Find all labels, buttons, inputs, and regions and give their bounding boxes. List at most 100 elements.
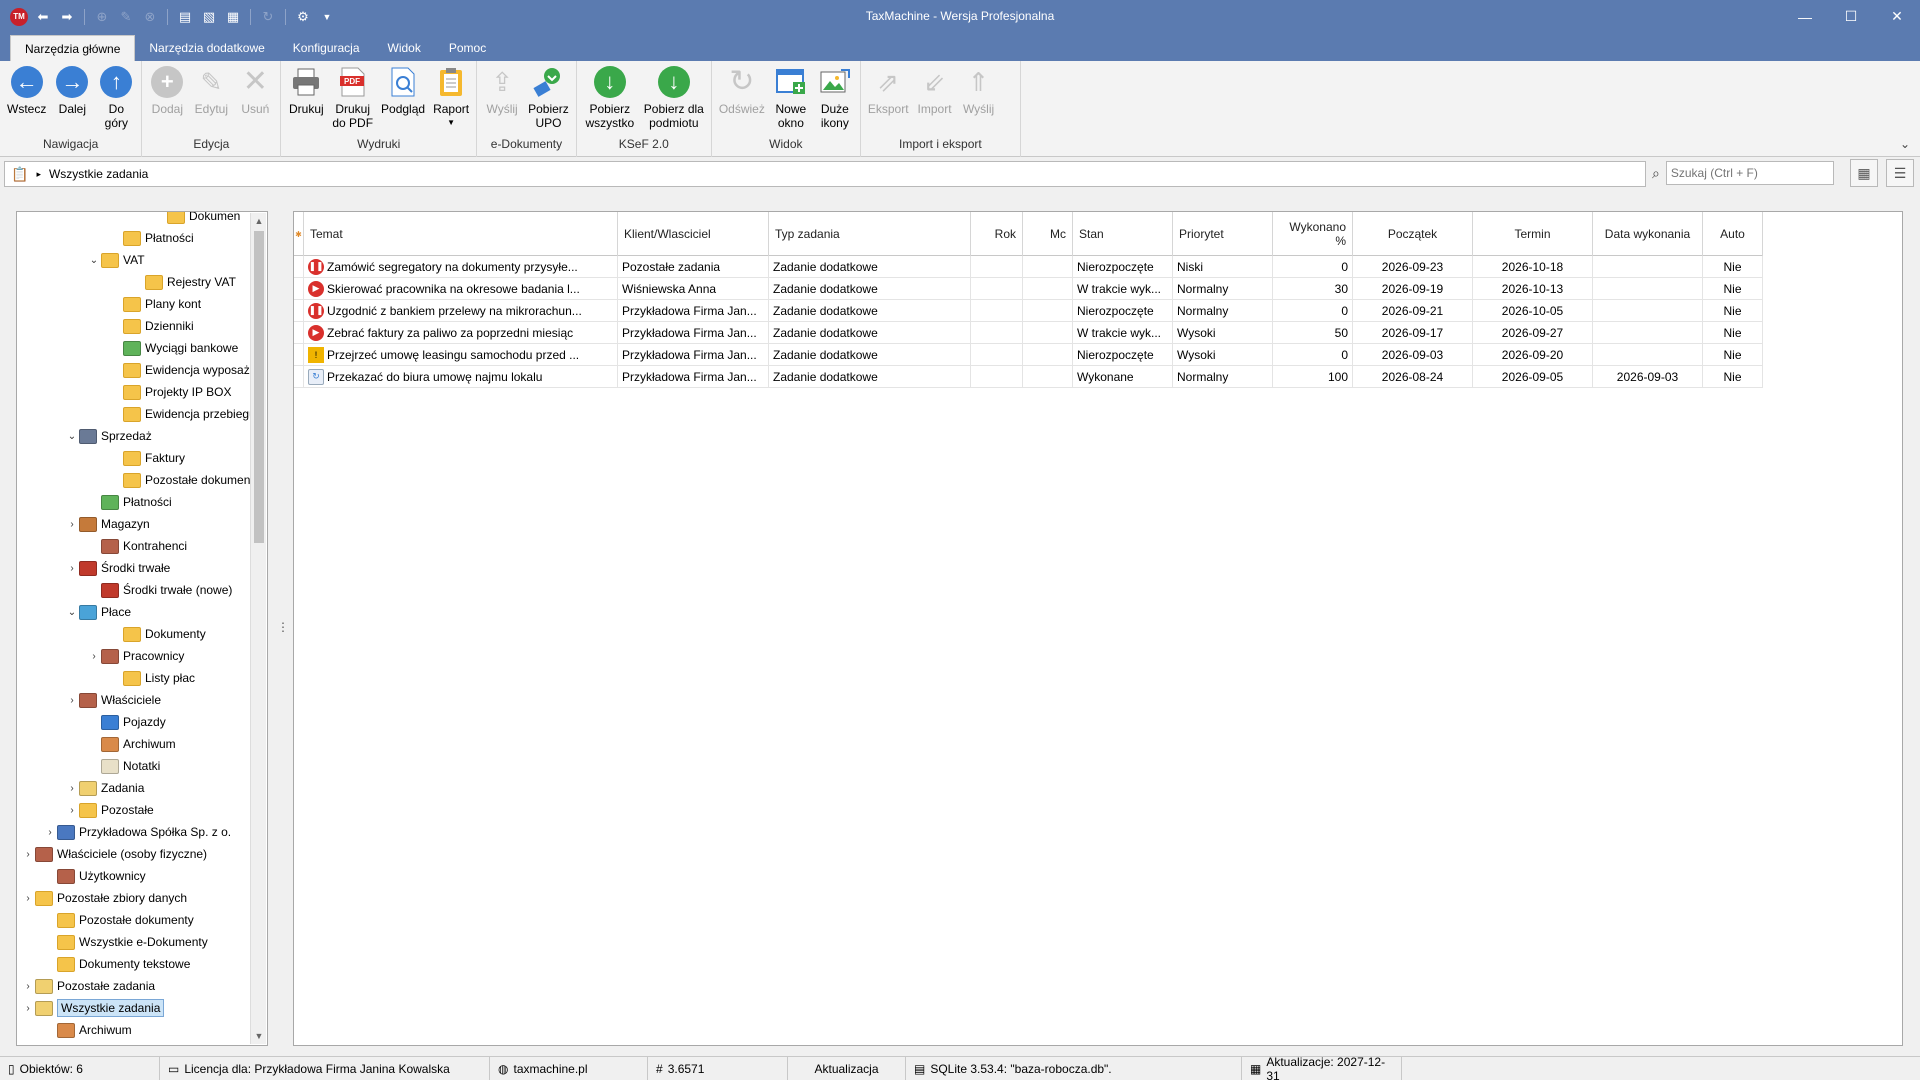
tree-item[interactable]: Pozostałe dokumenty	[109, 469, 260, 491]
tree-item[interactable]: Plany kont	[109, 293, 201, 315]
tree-item[interactable]: Pozostałe dokumenty	[43, 909, 194, 931]
tree-item[interactable]: Ewidencja wyposaże	[109, 359, 256, 381]
print-button[interactable]: Drukuj	[284, 65, 328, 116]
refresh-button[interactable]: ↻ Odśwież	[715, 65, 769, 117]
expand-chevron-icon[interactable]: ›	[65, 563, 79, 574]
scrollbar-thumb[interactable]	[254, 231, 264, 543]
minimize-icon[interactable]: —	[1782, 0, 1828, 33]
tree-item[interactable]: Środki trwałe (nowe)	[87, 579, 232, 601]
row-indicator[interactable]	[294, 277, 304, 300]
filter-icon[interactable]: ☰	[1886, 159, 1914, 187]
customize-dropdown-icon[interactable]: ▼	[318, 8, 336, 26]
tree-item[interactable]: › Środki trwałe	[65, 557, 170, 579]
tree-item[interactable]: Notatki	[87, 755, 160, 777]
tab-widok[interactable]: Widok	[374, 35, 435, 61]
tree-item[interactable]: Dzienniki	[109, 315, 194, 337]
tree-item[interactable]: Wyciągi bankowe	[109, 337, 238, 359]
status-update[interactable]: Aktualizacja	[788, 1056, 906, 1080]
row-indicator[interactable]	[294, 255, 304, 278]
panel-splitter-handle[interactable]: ⋮	[277, 620, 289, 634]
download-upo-button[interactable]: Pobierz UPO	[524, 65, 573, 130]
column-header-stan[interactable]: Stan	[1073, 212, 1173, 256]
tree-item[interactable]: › Pozostałe	[65, 799, 154, 821]
expand-chevron-icon[interactable]: ›	[21, 981, 35, 992]
table-row[interactable]: ↻ Przekazać do biura umowę najmu lokalu Pr…	[294, 365, 1763, 388]
add-icon[interactable]: ⊕	[93, 8, 111, 26]
tree-item[interactable]: › Pozostałe zbiory danych	[21, 887, 187, 909]
close-icon[interactable]: ✕	[1874, 0, 1920, 33]
row-indicator[interactable]	[294, 343, 304, 366]
tree-item[interactable]: ⌄ VAT	[87, 249, 145, 271]
expand-chevron-icon[interactable]: ›	[43, 827, 57, 838]
scroll-up-icon[interactable]: ▲	[251, 213, 267, 229]
collapse-chevron-icon[interactable]: ⌄	[65, 607, 79, 618]
tree-item[interactable]: › Wszystkie zadania	[21, 997, 165, 1019]
tree-item[interactable]: Faktury	[109, 447, 185, 469]
search-input[interactable]	[1665, 161, 1834, 185]
up-button[interactable]: ↑ Do góry	[94, 65, 138, 130]
maximize-icon[interactable]: ☐	[1828, 0, 1874, 33]
status-website[interactable]: ◍ taxmachine.pl	[490, 1056, 648, 1080]
new-window-button[interactable]: Nowe okno	[769, 65, 813, 130]
edit-button[interactable]: ✎ Edytuj	[189, 65, 233, 116]
row-indicator[interactable]	[294, 321, 304, 344]
column-header-data_wyk[interactable]: Data wykonania	[1593, 212, 1703, 256]
preview-button[interactable]: Podgląd	[377, 65, 429, 116]
print-icon[interactable]: ▤	[176, 8, 194, 26]
tab-pomoc[interactable]: Pomoc	[435, 35, 500, 61]
expand-chevron-icon[interactable]: ›	[65, 695, 79, 706]
column-header-poczatek[interactable]: Początek	[1353, 212, 1473, 256]
refresh-icon[interactable]: ↻	[259, 8, 277, 26]
expand-chevron-icon[interactable]: ›	[21, 893, 35, 904]
tree-item[interactable]: Rejestry VAT	[131, 271, 236, 293]
column-header-auto[interactable]: Auto	[1703, 212, 1763, 256]
tree-item[interactable]: Listy płac	[109, 667, 195, 689]
table-row[interactable]: ❚❚ Uzgodnić z bankiem przelewy na mikrora…	[294, 299, 1763, 322]
expand-chevron-icon[interactable]: ›	[87, 651, 101, 662]
forward-button[interactable]: → Dalej	[50, 65, 94, 116]
tab-narzedzia-dodatkowe[interactable]: Narzędzia dodatkowe	[135, 35, 278, 61]
back-button[interactable]: ← Wstecz	[3, 65, 50, 116]
column-header-termin[interactable]: Termin	[1473, 212, 1593, 256]
import-button[interactable]: ⇙ Import	[913, 65, 957, 116]
tree-item[interactable]: Płatności	[109, 227, 194, 249]
tree-item[interactable]: › Właściciele	[65, 689, 161, 711]
column-header-klient[interactable]: Klient/Wlasciciel	[618, 212, 769, 256]
tree-item[interactable]: Płatności	[87, 491, 172, 513]
column-header-rok[interactable]: Rok	[971, 212, 1023, 256]
send-edoc-button[interactable]: ⇪ Wyślij	[480, 65, 524, 116]
report-button[interactable]: Raport ▼	[429, 65, 473, 130]
tree-item[interactable]: Projekty IP BOX	[109, 381, 231, 403]
table-row[interactable]: ❚❚ Zamówić segregatory na dokumenty przys…	[294, 255, 1763, 278]
collapse-chevron-icon[interactable]: ⌄	[65, 431, 79, 442]
export-button[interactable]: ⇗ Eksport	[864, 65, 913, 116]
tree-item[interactable]: › Pozostałe zadania	[21, 975, 155, 997]
expand-chevron-icon[interactable]: ›	[65, 783, 79, 794]
tree-item[interactable]: Archiwum	[87, 733, 176, 755]
expand-chevron-icon[interactable]: ›	[21, 1003, 35, 1014]
row-indicator[interactable]	[294, 299, 304, 322]
tree-item[interactable]: Dokumenty	[109, 623, 206, 645]
table-row[interactable]: ▶ Skierować pracownika na okresowe badani…	[294, 277, 1763, 300]
column-header-priorytet[interactable]: Priorytet	[1173, 212, 1273, 256]
collapse-ribbon-icon[interactable]: ⌄	[1900, 137, 1910, 151]
tree-item[interactable]: ⌄ Sprzedaż	[65, 425, 152, 447]
tree-item[interactable]: Dokumenty tekstowe	[43, 953, 190, 975]
row-indicator[interactable]	[294, 365, 304, 388]
tree-scrollbar[interactable]: ▲ ▼	[250, 213, 266, 1044]
settings-gear-icon[interactable]: ⚙	[294, 8, 312, 26]
tree-item[interactable]: › Zadania	[65, 777, 144, 799]
expand-chevron-icon[interactable]: ›	[65, 519, 79, 530]
download-all-button[interactable]: ↓ Pobierz wszystko	[580, 65, 640, 130]
send-export-button[interactable]: ⇑ Wyślij	[957, 65, 1001, 116]
table-row[interactable]: ! Przejrzeć umowę leasingu samochodu prze…	[294, 343, 1763, 366]
tree-item[interactable]: › Przykładowa Spółka Sp. z o.	[43, 821, 231, 843]
tree-item[interactable]: Kontrahenci	[87, 535, 187, 557]
edit-icon[interactable]: ✎	[117, 8, 135, 26]
download-for-entity-button[interactable]: ↓ Pobierz dla podmiotu	[640, 65, 708, 130]
print-preview-icon[interactable]: ▧	[200, 8, 218, 26]
back-icon[interactable]: ⬅	[34, 8, 52, 26]
collapse-chevron-icon[interactable]: ⌄	[87, 255, 101, 266]
delete-icon[interactable]: ⊗	[141, 8, 159, 26]
expand-chevron-icon[interactable]: ›	[65, 805, 79, 816]
